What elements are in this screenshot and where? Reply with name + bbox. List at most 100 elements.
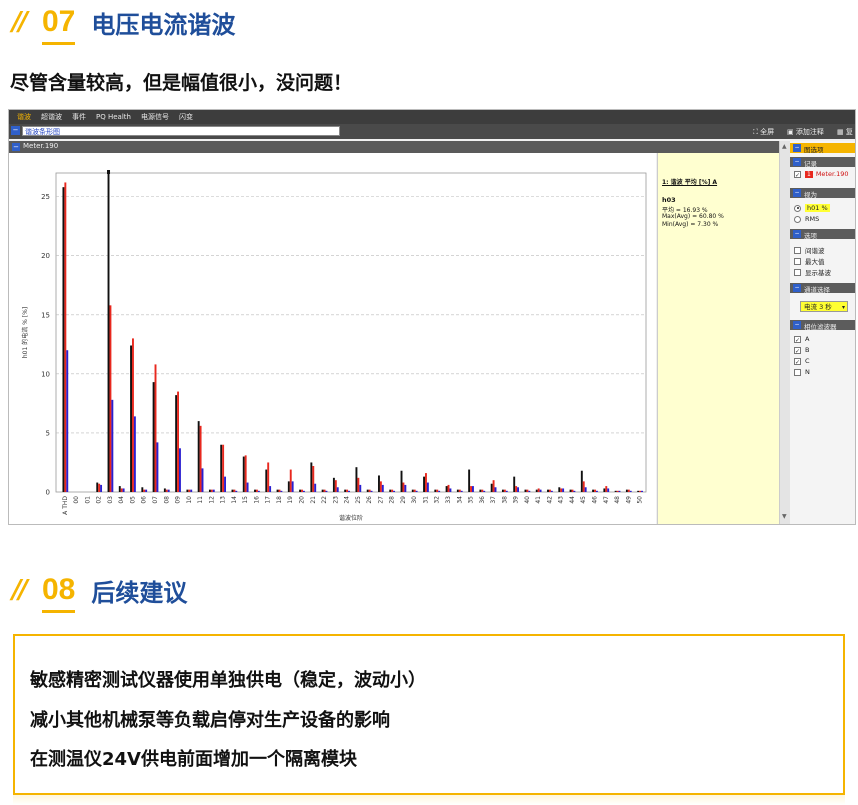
option-max[interactable]: 最大值 (794, 256, 825, 266)
bar-c (111, 399, 114, 492)
options-collapse-icon[interactable]: − (793, 230, 801, 238)
scroll-down-icon[interactable]: ▼ (782, 513, 787, 520)
option-fundamental[interactable]: 显示基波 (794, 267, 831, 277)
phase-c-label: C (805, 357, 810, 365)
x-tick-label: 01 (84, 496, 91, 504)
menu-item-harmonics[interactable]: 谐波 (15, 112, 33, 122)
record-checkbox[interactable]: ✓ (794, 170, 801, 179)
bar-b (425, 473, 427, 492)
bar-a (558, 487, 561, 492)
phase-c-checkbox[interactable]: ✓ (794, 357, 801, 366)
bar-c (122, 488, 125, 492)
options-header[interactable]: − 选项 (790, 229, 855, 240)
annotate-button[interactable]: ▣ 添加注释 (787, 127, 824, 137)
bar-b (312, 466, 315, 492)
record-header[interactable]: − 记录 (790, 157, 855, 168)
bar-b (571, 489, 574, 492)
channel-collapse-icon[interactable]: − (793, 284, 801, 292)
software-screenshot: 谐波 超谐波 事件 PQ Health 电源信号 闪变 − 谐波条形图 ⛶ 全屏… (8, 109, 856, 525)
record-collapse-icon[interactable]: − (793, 158, 801, 166)
phase-filter-label: 相位滤波器 (804, 323, 837, 331)
bar-a (389, 489, 392, 492)
section-number: 08 (42, 573, 76, 613)
phase-a[interactable]: ✓ A (794, 335, 810, 344)
panel-header-options[interactable]: − 图选项 (790, 143, 855, 154)
radio-rms[interactable]: RMS (794, 215, 819, 223)
bar-b (458, 489, 461, 492)
bar-b (616, 490, 619, 492)
menu-item-events[interactable]: 事件 (70, 112, 88, 122)
view-as-collapse-icon[interactable]: − (793, 189, 801, 197)
channel-header-label: 通道选择 (804, 286, 830, 294)
x-tick-label: 16 (253, 496, 260, 504)
x-tick-label: 13 (220, 496, 227, 504)
section-number: 07 (42, 5, 76, 45)
option-interharmonics[interactable]: 间谐波 (794, 245, 825, 255)
bar-c (415, 490, 418, 492)
phase-a-label: A (805, 335, 810, 343)
bar-a (130, 345, 133, 492)
bar-c (460, 490, 463, 492)
option-max-checkbox[interactable] (794, 257, 801, 265)
radio-h01[interactable]: h01 % (794, 204, 830, 212)
bar-b (177, 391, 180, 492)
radio-h01-button[interactable] (794, 204, 801, 212)
option-interharmonics-checkbox[interactable] (794, 246, 801, 254)
bar-b (323, 489, 326, 492)
bar-b (222, 444, 225, 492)
x-tick-label: 08 (163, 496, 170, 504)
x-tick-label: 34 (456, 496, 463, 504)
bar-b (289, 469, 292, 492)
vertical-scrollbar[interactable]: ▲ ▼ (779, 141, 790, 524)
phase-b-checkbox[interactable]: ✓ (794, 346, 801, 355)
x-tick-label: 42 (546, 496, 553, 504)
channel-header[interactable]: − 通道选择 (790, 283, 855, 294)
phase-c[interactable]: ✓ C (794, 357, 810, 366)
phase-b[interactable]: ✓ B (794, 346, 809, 355)
bar-b (301, 489, 303, 492)
bar-a (96, 482, 99, 492)
x-tick-label: 21 (310, 496, 317, 504)
bar-b (413, 489, 416, 492)
bar-b (357, 477, 360, 492)
option-fundamental-checkbox[interactable] (794, 268, 801, 276)
bar-c (483, 490, 486, 492)
options-panel: − 图选项 − 记录 ✓ 1 Meter.190 − 视为 h01 % RMS … (790, 141, 855, 524)
phase-n-checkbox[interactable] (794, 368, 801, 376)
channel-select[interactable]: 电流 3 秒 ▾ (800, 301, 848, 312)
bar-a (569, 489, 572, 492)
info-panel: 1: 谐波 平均 [%] A h03 平均 = 16.93 % Max(Avg)… (657, 153, 780, 524)
phase-n[interactable]: N (794, 368, 810, 376)
chart-collapse-icon[interactable]: − (12, 143, 20, 151)
panel-collapse-icon[interactable]: − (793, 144, 801, 152)
radio-h01-label: h01 % (805, 204, 830, 212)
view-select-field[interactable]: 谐波条形图 (22, 126, 340, 136)
x-tick-label: 12 (208, 496, 215, 504)
info-max: Max(Avg) = 60.80 % (662, 213, 724, 220)
bar-c (393, 490, 396, 492)
phase-collapse-icon[interactable]: − (793, 321, 801, 329)
phase-a-checkbox[interactable]: ✓ (794, 335, 801, 344)
x-tick-label: 07 (152, 496, 159, 504)
fullscreen-button[interactable]: ⛶ 全屏 (753, 127, 774, 137)
bar-b (627, 489, 630, 492)
scroll-up-icon[interactable]: ▲ (782, 143, 787, 150)
record-item[interactable]: ✓ 1 Meter.190 (794, 170, 849, 179)
menu-item-power-signal[interactable]: 电源信号 (139, 112, 171, 122)
bar-c (302, 490, 305, 492)
toolbar: − 谐波条形图 ⛶ 全屏 ▣ 添加注释 ▦ 复 (9, 124, 855, 139)
radio-rms-button[interactable] (794, 215, 801, 223)
x-tick-label: 50 (637, 496, 644, 504)
menu-item-pq-health[interactable]: PQ Health (94, 113, 133, 121)
menu-item-supraharmonics[interactable]: 超谐波 (39, 112, 64, 122)
bar-c (472, 486, 474, 492)
phase-filter-header[interactable]: − 相位滤波器 (790, 320, 855, 331)
view-as-header[interactable]: − 视为 (790, 188, 855, 199)
copy-button[interactable]: ▦ 复 (837, 127, 853, 137)
bar-a (513, 476, 516, 492)
bar-b (526, 489, 529, 492)
bar-a (625, 489, 628, 492)
menu-item-flicker[interactable]: 闪变 (177, 112, 195, 122)
bar-a (592, 489, 595, 492)
collapse-icon[interactable]: − (11, 126, 20, 135)
